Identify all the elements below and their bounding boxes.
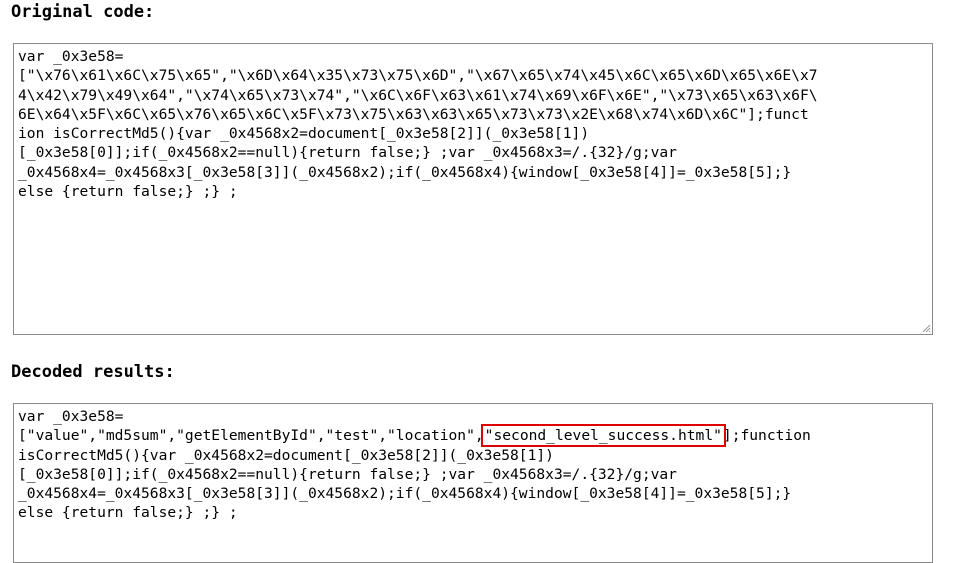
- code-line: ["value","md5sum","getElementById","test…: [18, 424, 928, 448]
- code-line: var _0x3e58=: [18, 48, 124, 65]
- code-line: else {return false;} ;} ;: [18, 183, 238, 201]
- decoded-results-heading: Decoded results:: [11, 362, 175, 382]
- code-line: _0x4568x4=_0x4568x3[_0x3e58[3]](_0x4568x…: [18, 163, 792, 181]
- code-text: ];function: [722, 427, 811, 445]
- original-code-heading: Original code:: [11, 2, 155, 22]
- code-line: ["\x76\x61\x6C\x75\x65","\x6D\x64\x35\x7…: [18, 67, 818, 85]
- code-line: [_0x3e58[0]];if(_0x4568x2==null){return …: [18, 144, 677, 162]
- code-text: ["value","md5sum","getElementById","test…: [18, 427, 484, 445]
- code-line: else {return false;} ;} ;: [18, 504, 238, 522]
- code-line: _0x4568x4=_0x4568x3[_0x3e58[3]](_0x4568x…: [18, 485, 792, 503]
- code-line: ion isCorrectMd5(){var _0x4568x2=documen…: [18, 125, 590, 143]
- code-line: var _0x3e58=: [18, 408, 124, 425]
- code-line: [_0x3e58[0]];if(_0x4568x2==null){return …: [18, 465, 677, 483]
- highlighted-success-url: "second_level_success.html": [480, 424, 726, 448]
- code-line: 6E\x64\x5F\x6C\x65\x76\x65\x6C\x5F\x73\x…: [18, 105, 809, 123]
- decoded-results-textarea[interactable]: var _0x3e58= ["value","md5sum","getElemen…: [13, 403, 933, 563]
- code-line: 4\x42\x79\x49\x64","\x74\x65\x73\x74","\…: [18, 86, 818, 104]
- resize-grip-icon[interactable]: [921, 323, 931, 333]
- code-line: isCorrectMd5(){var _0x4568x2=document[_0…: [18, 446, 554, 464]
- original-code-textarea[interactable]: var _0x3e58= ["\x76\x61\x6C\x75\x65","\x6…: [13, 43, 933, 335]
